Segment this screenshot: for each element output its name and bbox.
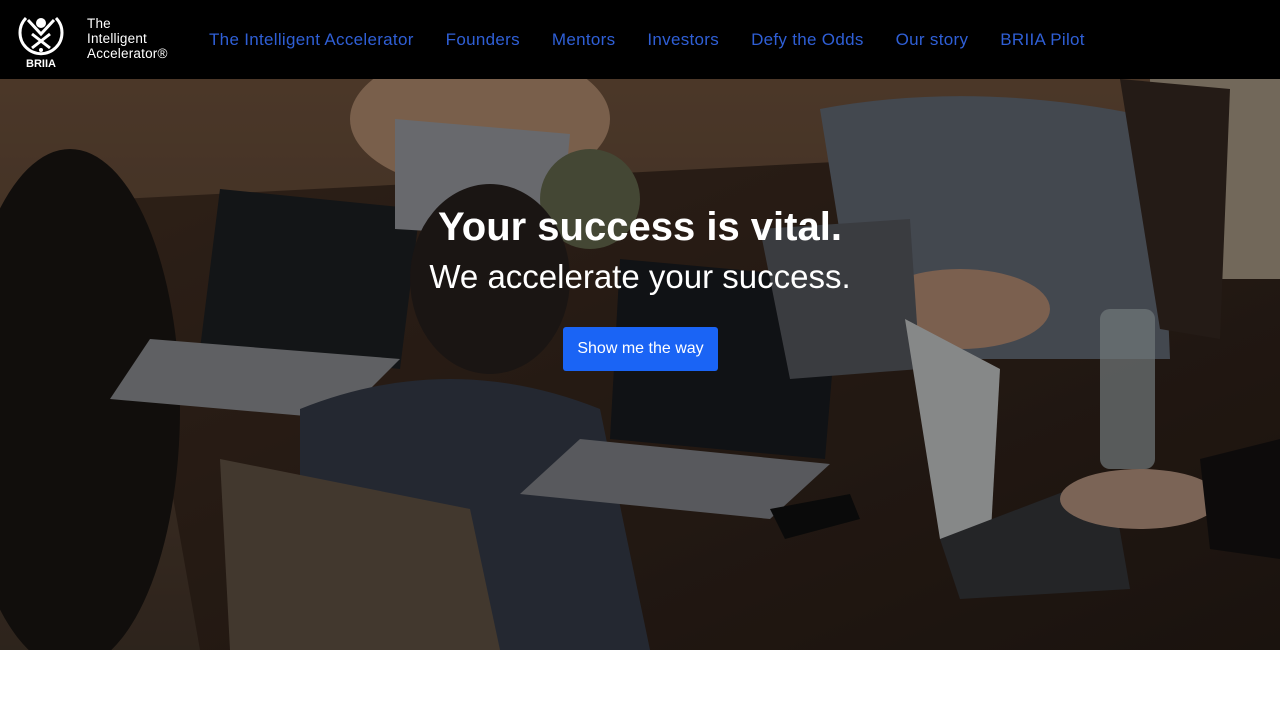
- show-me-the-way-button[interactable]: Show me the way: [563, 327, 718, 371]
- nav-link-founders[interactable]: Founders: [446, 30, 520, 50]
- nav-link-mentors[interactable]: Mentors: [552, 30, 616, 50]
- main-nav: The Intelligent Accelerator Founders Men…: [209, 0, 1117, 79]
- nav-link-our-story[interactable]: Our story: [896, 30, 969, 50]
- nav-link-defy-the-odds[interactable]: Defy the Odds: [751, 30, 864, 50]
- logo-tagline-line3: Accelerator®: [87, 46, 168, 61]
- logo-tagline-line2: Intelligent: [87, 31, 147, 46]
- logo-tagline-line1: The: [87, 16, 111, 31]
- nav-link-investors[interactable]: Investors: [647, 30, 719, 50]
- top-navbar: BRIIA The Intelligent Accelerator® The I…: [0, 0, 1280, 79]
- logo-tagline: The Intelligent Accelerator®: [87, 16, 168, 61]
- logo-brand-text: BRIIA: [26, 58, 56, 70]
- briia-logo[interactable]: BRIIA The Intelligent Accelerator®: [14, 10, 189, 70]
- hero-subtitle: We accelerate your success.: [429, 258, 851, 295]
- nav-link-briia-pilot[interactable]: BRIIA Pilot: [1000, 30, 1085, 50]
- nav-link-intelligent-accelerator[interactable]: The Intelligent Accelerator: [209, 30, 414, 50]
- hero-title: Your success is vital.: [438, 205, 842, 249]
- briia-logo-icon: BRIIA: [14, 10, 68, 70]
- page-content-below-hero: [0, 650, 1280, 720]
- hero-section: Your success is vital. We accelerate you…: [0, 79, 1280, 650]
